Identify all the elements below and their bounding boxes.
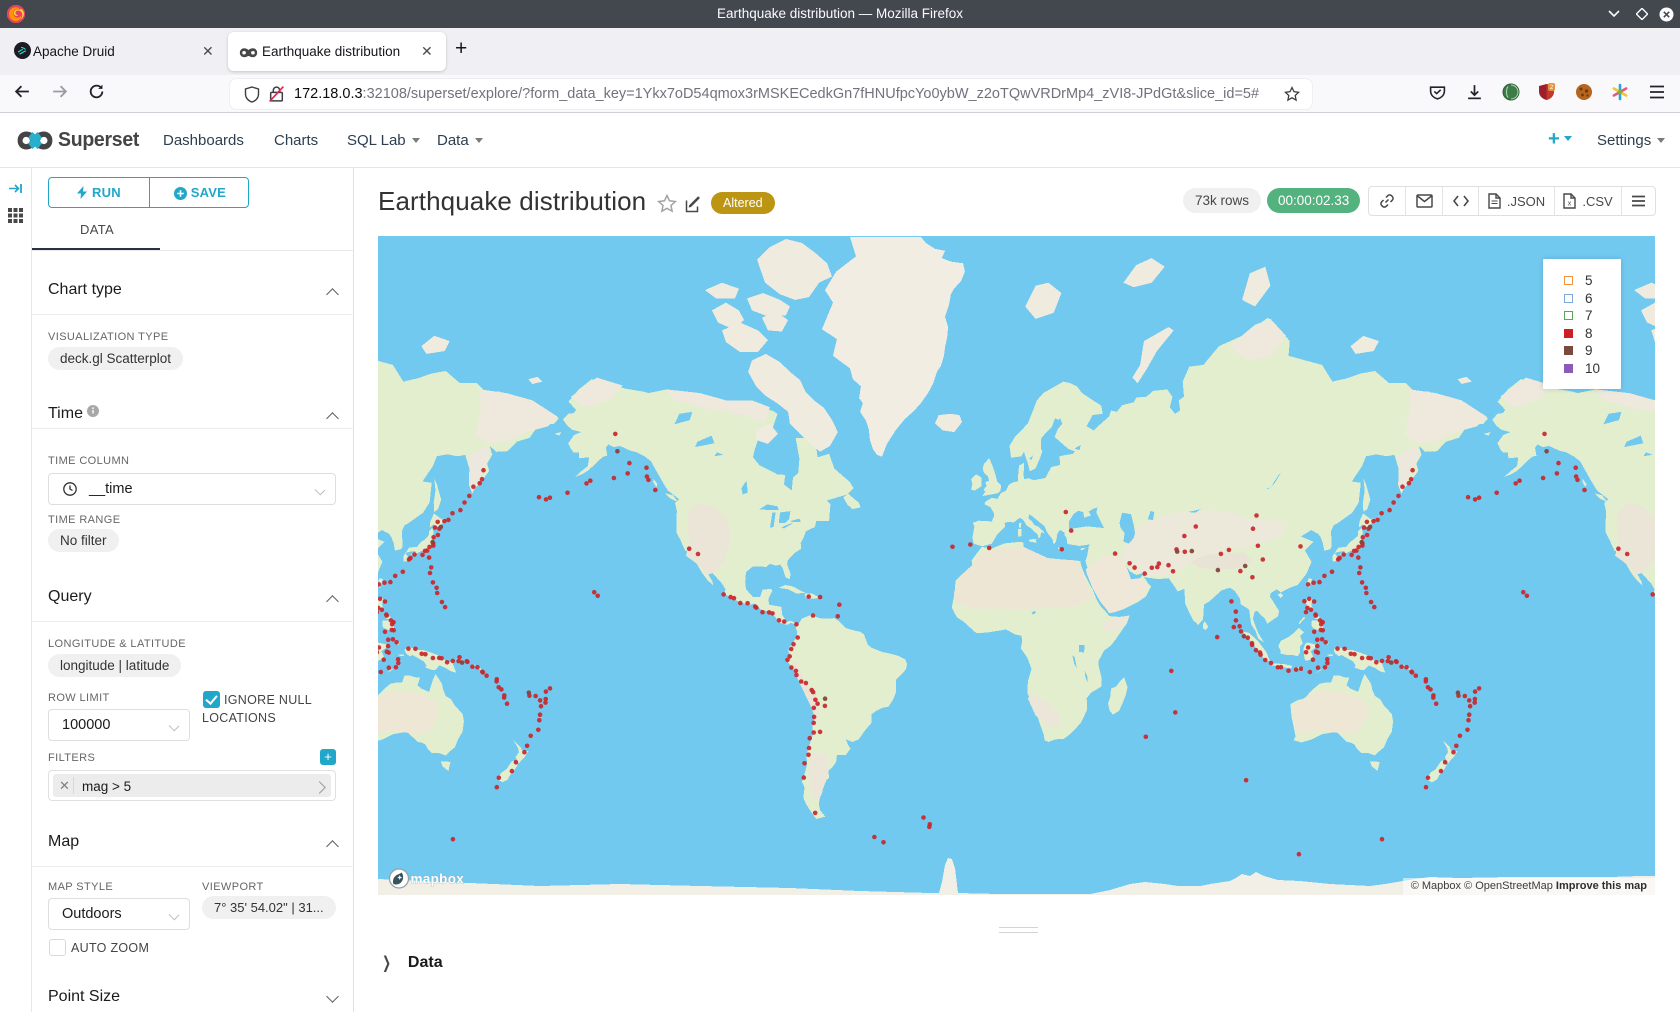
svg-text:mapbox: mapbox	[411, 872, 465, 887]
svg-text:x: x	[1568, 201, 1572, 208]
svg-text:2: 2	[1550, 84, 1554, 91]
